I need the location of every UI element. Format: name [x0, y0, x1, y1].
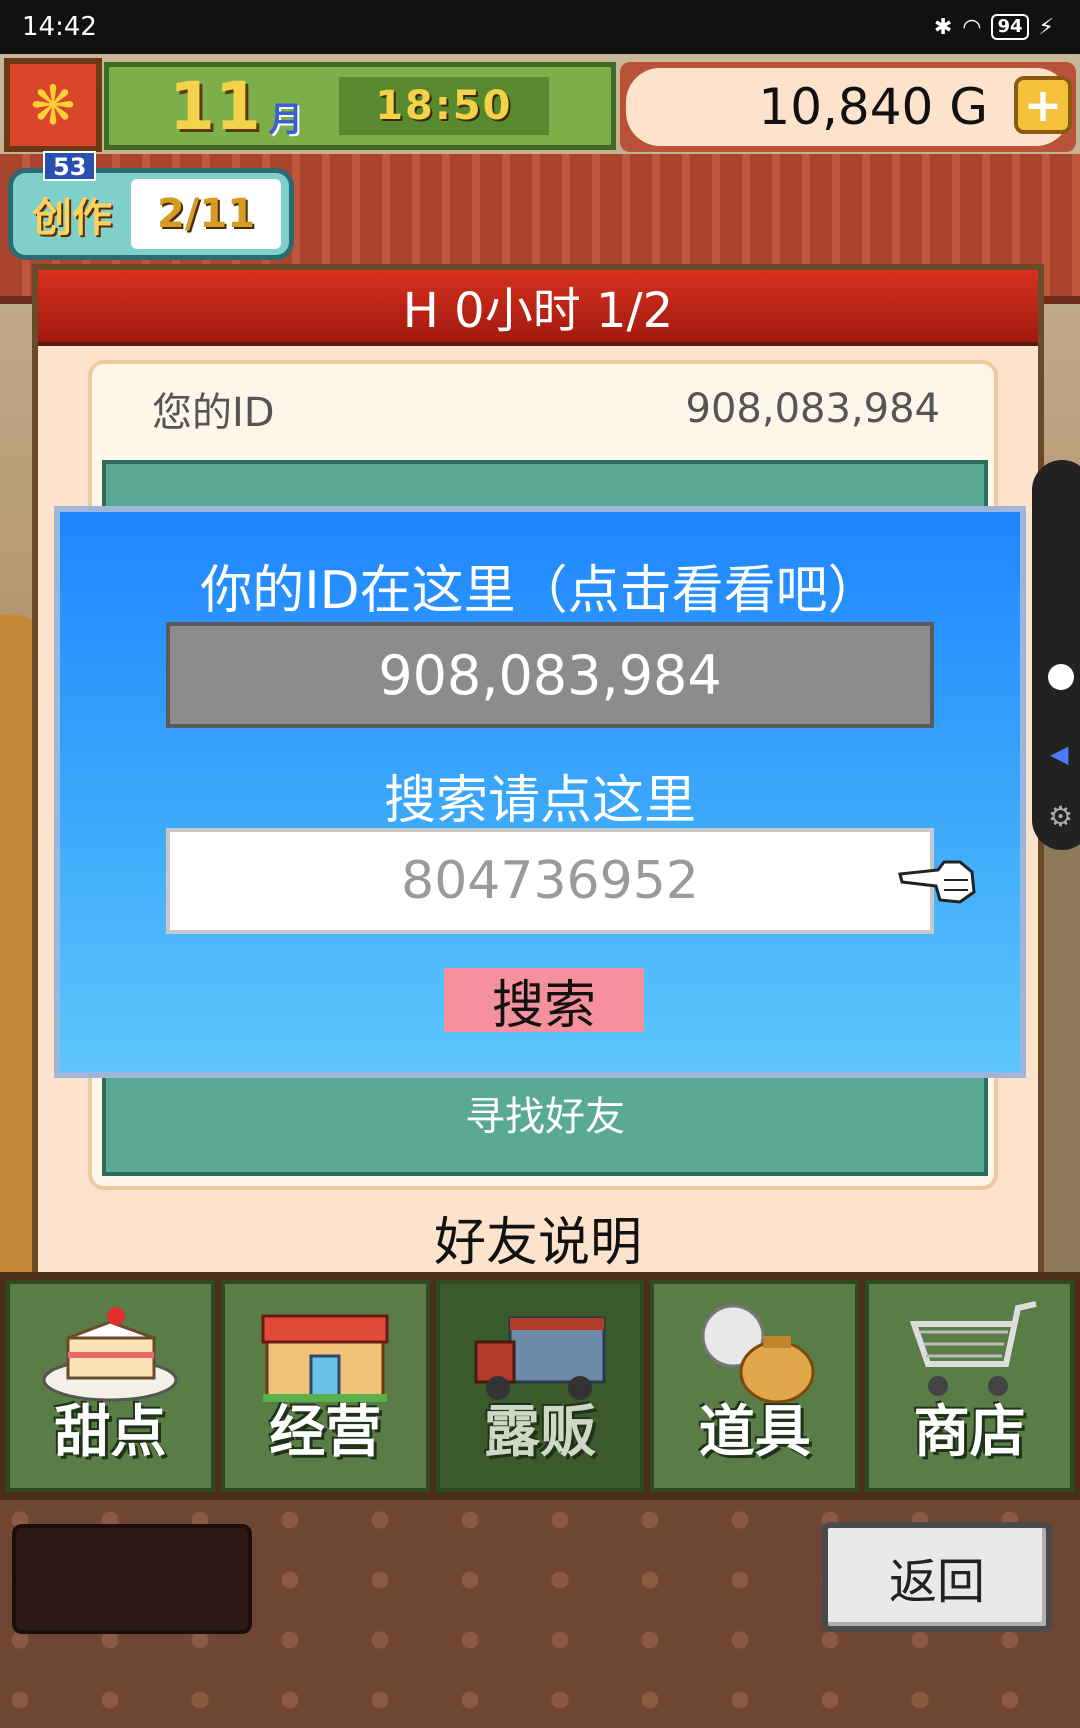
shopping-cart-icon: [909, 1301, 1037, 1396]
pointing-hand-icon: [898, 860, 976, 904]
volume-slider-knob[interactable]: [1048, 664, 1074, 690]
bottom-navigation: 甜点 经营 露贩 道具 商店: [0, 1272, 1080, 1500]
search-friend-popup: 你的ID在这里（点击看看吧） 908,083,984 搜索请点这里 搜索: [54, 506, 1026, 1078]
dialog-header: H 0小时 1/2: [38, 270, 1038, 346]
battery-icon: 94: [991, 14, 1029, 40]
speaker-icon[interactable]: ◀: [1050, 740, 1068, 768]
volume-overlay[interactable]: ◀ ⚙: [1032, 460, 1080, 850]
message-box: [12, 1524, 252, 1634]
money-value: 10,840 G: [626, 68, 1070, 146]
month-number: 11: [169, 67, 261, 145]
your-id-row: 您的ID 908,083,984: [92, 374, 994, 444]
my-id-display[interactable]: 908,083,984: [166, 622, 934, 728]
creation-progress: 2/11: [131, 179, 281, 249]
bottom-bar: 返回: [0, 1500, 1080, 1728]
friends-help-button[interactable]: 好友说明: [38, 1200, 1038, 1275]
status-icons: ✱ ◠ 94 ⚡: [934, 14, 1054, 40]
friend-id-input[interactable]: [166, 828, 934, 934]
calendar-display: 11 月 18:50: [104, 62, 616, 150]
game-logo-icon[interactable]: ❋: [4, 58, 102, 152]
creation-label: 创作: [32, 195, 112, 241]
money-display: 10,840 G +: [620, 62, 1076, 152]
tab-dessert[interactable]: 甜点: [6, 1280, 215, 1492]
gear-icon[interactable]: ⚙: [1048, 800, 1073, 833]
your-id-value: 908,083,984: [685, 386, 940, 432]
tab-management[interactable]: 经营: [220, 1280, 430, 1492]
tab-items[interactable]: 道具: [650, 1280, 860, 1492]
bluetooth-icon: ✱: [933, 14, 953, 40]
cake-icon: [42, 1307, 178, 1402]
status-time: 14:42: [22, 12, 97, 42]
popup-title: 你的ID在这里（点击看看吧）: [200, 561, 880, 621]
creation-badge[interactable]: 53 创作 2/11: [8, 151, 294, 260]
tab-food-truck[interactable]: 露贩: [435, 1280, 645, 1492]
food-truck-icon: [474, 1316, 606, 1400]
find-friends-label: 寻找好友: [465, 1094, 625, 1140]
month-label: 月: [268, 99, 303, 140]
back-button[interactable]: 返回: [822, 1522, 1052, 1632]
your-id-label: 您的ID: [152, 390, 275, 436]
search-button[interactable]: 搜索: [444, 968, 644, 1036]
wifi-icon: ◠: [962, 14, 982, 40]
search-label: 搜索请点这里: [383, 771, 696, 831]
tab-shop[interactable]: 商店: [865, 1280, 1074, 1492]
add-money-button[interactable]: +: [1014, 76, 1072, 134]
creation-level: 53: [43, 151, 97, 181]
status-bar: 14:42 ✱ ◠ 94 ⚡: [0, 0, 1080, 54]
items-bag-icon: [701, 1304, 815, 1404]
charging-icon: ⚡: [1038, 14, 1054, 40]
shop-building-icon: [261, 1314, 389, 1402]
game-clock: 18:50: [338, 77, 549, 135]
